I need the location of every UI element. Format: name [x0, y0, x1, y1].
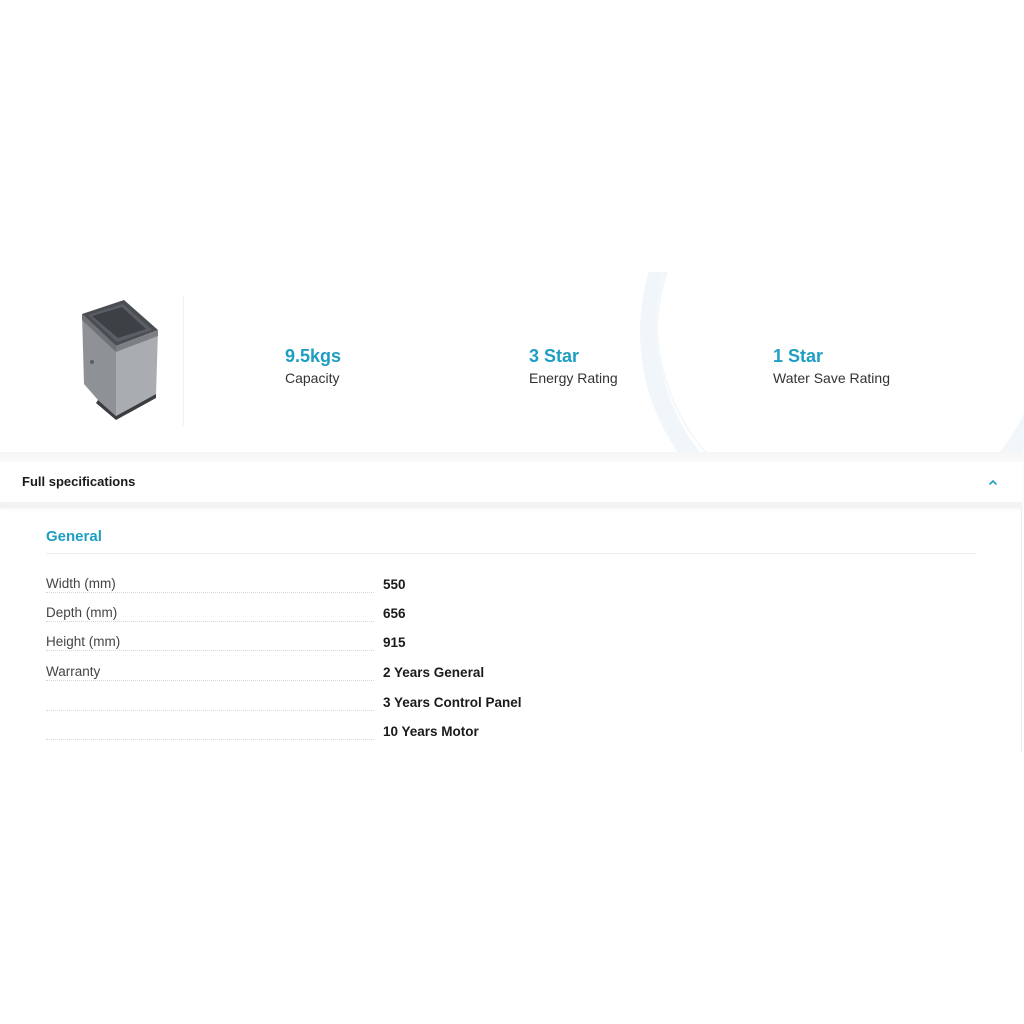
spec-group-title: General — [46, 528, 102, 545]
panel-edge — [1021, 508, 1022, 752]
stat-value: 9.5kgs — [285, 346, 342, 366]
dotted-leader — [46, 710, 374, 711]
dotted-leader — [46, 592, 374, 593]
stat-label: Energy Rating — [529, 370, 618, 386]
section-title: Full specifications — [22, 474, 136, 489]
spec-row-depth: Depth (mm) 656 — [46, 605, 546, 634]
spec-label: Width (mm) — [46, 576, 122, 591]
dotted-leader — [46, 739, 374, 740]
dotted-leader — [46, 621, 374, 622]
image-divider — [183, 296, 184, 426]
dotted-leader — [46, 650, 374, 651]
spec-label: Height (mm) — [46, 634, 127, 649]
product-spec-page: 9.5kgs Capacity 3 Star Energy Rating 1 S… — [0, 0, 1024, 1024]
full-specifications-toggle[interactable]: Full specifications — [0, 462, 1022, 508]
stat-label: Capacity — [285, 370, 340, 386]
spec-row-height: Height (mm) 915 — [46, 634, 546, 663]
spec-value: 2 Years General — [383, 665, 485, 680]
stat-value: 3 Star — [529, 346, 580, 366]
spec-value: 656 — [383, 606, 406, 621]
spec-row-width: Width (mm) 550 — [46, 576, 546, 605]
spec-value: 10 Years Motor — [383, 724, 479, 739]
key-highlights: 9.5kgs Capacity 3 Star Energy Rating 1 S… — [0, 272, 1024, 452]
stat-label: Water Save Rating — [773, 370, 890, 386]
spec-label: Warranty — [46, 664, 107, 679]
dotted-leader — [46, 680, 374, 681]
spec-label: Depth (mm) — [46, 605, 124, 620]
group-divider — [46, 553, 976, 554]
spec-row-warranty: Warranty 2 Years General — [46, 664, 546, 693]
spec-row-warranty-control-panel: 3 Years Control Panel — [46, 694, 546, 723]
spec-value: 915 — [383, 635, 406, 650]
chevron-up-icon[interactable] — [986, 475, 1000, 489]
stat-value: 1 Star — [773, 346, 824, 366]
spec-value: 550 — [383, 577, 406, 592]
section-separator — [0, 452, 1024, 462]
washing-machine-image — [82, 300, 158, 420]
spec-row-warranty-motor: 10 Years Motor — [46, 723, 546, 752]
capacity-stat: 9.5kgs Capacity — [285, 344, 341, 388]
energy-rating-stat: 3 Star Energy Rating — [529, 344, 618, 388]
spec-value: 3 Years Control Panel — [383, 695, 522, 710]
water-save-rating-stat: 1 Star Water Save Rating — [773, 344, 890, 388]
